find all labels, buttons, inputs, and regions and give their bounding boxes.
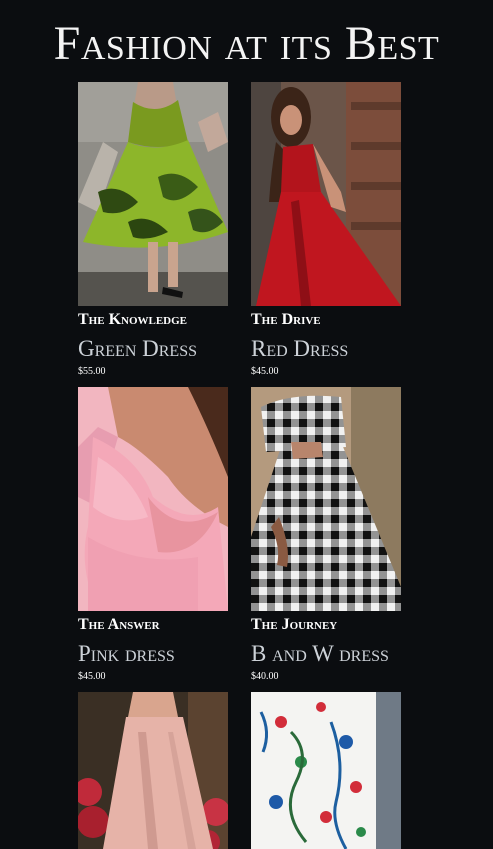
product-card-pink-dress[interactable]: The Answer Pink dress $45.00 [78,387,228,682]
green-dress-photo[interactable] [78,82,228,306]
product-card-green-dress[interactable]: The Knowledge Green Dress $55.00 [78,82,228,377]
product-collection: The Knowledge [78,311,188,328]
red-dress-photo[interactable] [251,82,401,306]
product-price: $45.00 [251,366,279,377]
product-card-red-dress[interactable]: The Drive Red Dress $45.00 [251,82,401,377]
floral-dress-photo[interactable] [251,692,401,849]
product-collection: The Answer [78,616,160,633]
product-collection: The Drive [251,311,321,328]
peach-dress-photo[interactable] [78,692,228,849]
product-price: $55.00 [78,366,106,377]
product-collection: The Journey [251,616,338,633]
product-price: $40.00 [251,671,279,682]
pink-dress-photo[interactable] [78,387,228,611]
product-card-floral-dress[interactable] [251,692,401,849]
product-price: $45.00 [78,671,106,682]
product-name[interactable]: B and W dress [251,642,401,665]
page-title: Fashion at its Best [53,17,440,70]
product-name[interactable]: Pink dress [78,642,228,665]
product-card-peach-dress[interactable] [78,692,228,849]
product-card-b-and-w-dress[interactable]: The Journey B and W dress $40.00 [251,387,401,682]
b-and-w-dress-photo[interactable] [251,387,401,611]
product-name[interactable]: Red Dress [251,337,401,360]
product-name[interactable]: Green Dress [78,337,228,360]
